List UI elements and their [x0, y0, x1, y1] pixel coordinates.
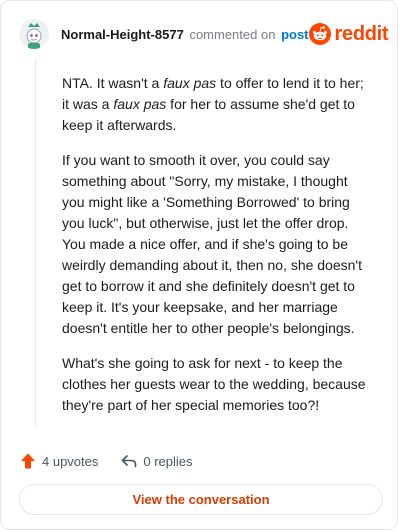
- commented-on-text: commented on: [189, 26, 276, 42]
- reddit-logo[interactable]: reddit: [308, 22, 389, 46]
- comment-header: Normal-Height-8577 commented on post red…: [19, 17, 389, 51]
- username[interactable]: Normal-Height-8577: [61, 27, 184, 42]
- comment-emphasis: faux pas: [163, 75, 217, 91]
- comment-paragraph-3: What's she going to ask for next - to ke…: [62, 355, 366, 413]
- comment-paragraph-2: If you want to smooth it over, you could…: [62, 152, 362, 336]
- reply-arrow-icon: [122, 455, 137, 468]
- upvote-button[interactable]: 4 upvotes: [19, 452, 98, 470]
- upvote-count: 4 upvotes: [42, 453, 99, 469]
- snoo-avatar-icon: [19, 19, 49, 49]
- comment-meta: Normal-Height-8577 commented on post: [61, 27, 309, 42]
- reddit-wordmark: reddit: [334, 22, 389, 45]
- replies-button[interactable]: 0 replies: [120, 452, 193, 470]
- comment-emphasis: faux pas: [113, 96, 167, 112]
- comment-card: Normal-Height-8577 commented on post red…: [0, 0, 398, 530]
- comment-paragraph-1: NTA. It wasn't a faux pas to offer to le…: [62, 73, 374, 136]
- post-link[interactable]: post: [281, 27, 308, 42]
- thread-line: [35, 59, 36, 427]
- reply-count: 0 replies: [143, 453, 193, 469]
- upvote-arrow-icon: [21, 453, 35, 469]
- reddit-logo-icon: [308, 23, 331, 45]
- comment-actions: 4 upvotes 0 replies: [19, 449, 193, 473]
- view-conversation-label: View the conversation: [132, 492, 270, 507]
- comment-text: NTA. It wasn't a: [62, 75, 164, 91]
- view-conversation-button[interactable]: View the conversation: [19, 484, 383, 515]
- user-avatar[interactable]: [19, 19, 49, 49]
- comment-body: NTA. It wasn't a faux pas to offer to le…: [62, 73, 374, 430]
